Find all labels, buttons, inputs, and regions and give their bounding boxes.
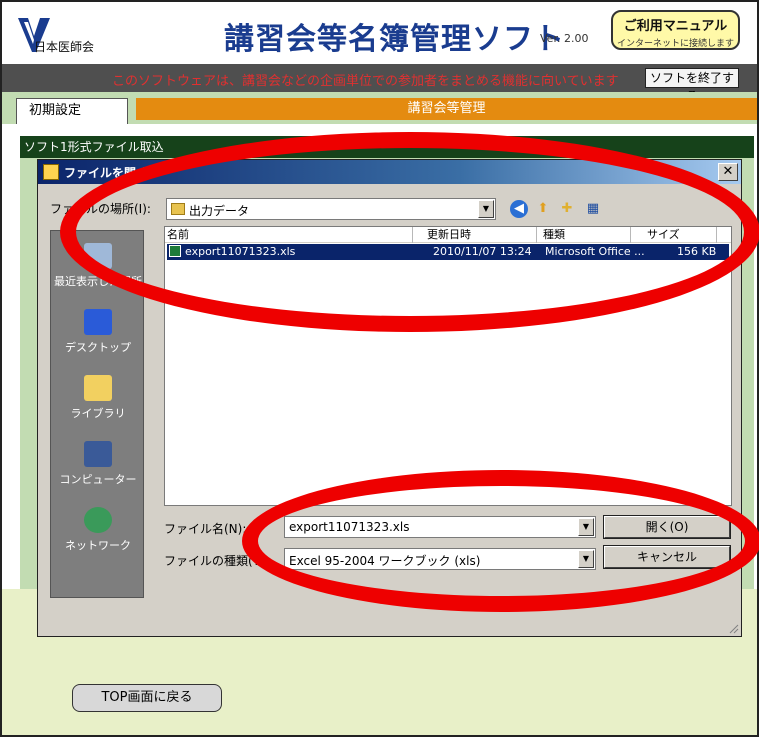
chevron-down-icon[interactable]: ▼ xyxy=(578,518,594,536)
file-name-input[interactable]: export11071323.xls ▼ xyxy=(284,516,596,538)
manual-button[interactable]: ご利用マニュアル インターネットに接続します xyxy=(611,10,740,50)
top-screen-button[interactable]: TOP画面に戻る xyxy=(72,684,222,712)
file-type-label: ファイルの種類(T): xyxy=(164,554,269,568)
chevron-down-icon[interactable]: ▼ xyxy=(478,200,494,218)
look-in-select[interactable]: 出力データ ▼ xyxy=(166,198,496,220)
dialog-toolbar: ◀ ⬆ ✚ ▦ xyxy=(510,198,630,220)
excel-file-icon xyxy=(169,245,181,257)
column-type[interactable]: 種類 xyxy=(541,227,631,243)
file-row[interactable]: export11071323.xls 2010/11/07 13:24 Micr… xyxy=(167,244,729,260)
app-header: 日本医師会 講習会等名簿管理ソフト Ver. 2.00 ご利用マニュアル インタ… xyxy=(2,2,757,64)
info-bar: このソフトウェアは、講習会などの企画単位での参加者をまとめる機能に向いています … xyxy=(2,64,757,103)
open-button[interactable]: 開く(O) xyxy=(603,515,731,539)
place-network[interactable]: ネットワーク xyxy=(51,501,145,563)
file-name-value: export11071323.xls xyxy=(289,520,410,534)
app-title: 講習会等名簿管理ソフト xyxy=(224,22,565,57)
file-type-value: Excel 95-2004 ワークブック (xls) xyxy=(289,554,481,568)
dialog-titlebar[interactable]: ファイルを開く ✕ xyxy=(38,160,741,184)
place-desktop[interactable]: デスクトップ xyxy=(51,303,145,365)
new-folder-icon[interactable]: ✚ xyxy=(558,200,576,218)
file-list[interactable]: 名前 更新日時 種類 サイズ export11071323.xls 2010/1… xyxy=(164,226,732,506)
column-size[interactable]: サイズ xyxy=(645,227,717,243)
version-label: Ver. 2.00 xyxy=(540,32,589,45)
look-in-value: 出力データ xyxy=(189,204,250,218)
libraries-icon xyxy=(84,375,112,401)
place-label: デスクトップ xyxy=(65,341,131,354)
resize-grip-icon[interactable] xyxy=(727,622,739,634)
network-icon xyxy=(84,507,112,533)
chevron-down-icon[interactable]: ▼ xyxy=(578,550,594,568)
tab-initial-settings[interactable]: 初期設定 xyxy=(16,98,128,124)
view-menu-icon[interactable]: ▦ xyxy=(584,200,602,218)
manual-button-label: ご利用マニュアル xyxy=(623,19,728,34)
place-libraries[interactable]: ライブラリ xyxy=(51,369,145,431)
place-label: 最近表示した場所 xyxy=(54,275,142,288)
close-icon[interactable]: ✕ xyxy=(718,163,738,181)
computer-icon xyxy=(84,441,112,467)
tab-course-management[interactable]: 講習会等管理 xyxy=(136,98,757,120)
folder-icon xyxy=(171,203,185,215)
place-label: ライブラリ xyxy=(70,407,126,420)
file-list-header: 名前 更新日時 種類 サイズ xyxy=(165,227,731,243)
quit-button[interactable]: ソフトを終了する xyxy=(645,68,739,103)
file-name: export11071323.xls xyxy=(185,245,296,258)
place-recent[interactable]: 最近表示した場所 xyxy=(51,237,145,299)
tab-row: 初期設定 講習会等管理 xyxy=(2,92,757,124)
column-modified[interactable]: 更新日時 xyxy=(425,227,537,243)
info-message: このソフトウェアは、講習会などの企画単位での参加者をまとめる機能に向いています xyxy=(112,74,619,89)
file-name-label: ファイル名(N): xyxy=(164,522,247,536)
file-open-dialog: ファイルを開く ✕ ファイルの場所(I): 出力データ ▼ ◀ ⬆ ✚ ▦ 最近… xyxy=(37,159,742,637)
cancel-button[interactable]: キャンセル xyxy=(603,545,731,569)
file-type: Microsoft Office ... xyxy=(545,245,645,258)
place-label: ネットワーク xyxy=(65,539,131,552)
file-type-select[interactable]: Excel 95-2004 ワークブック (xls) ▼ xyxy=(284,548,596,570)
dialog-title: ファイルを開く xyxy=(64,166,149,180)
look-in-label: ファイルの場所(I): xyxy=(50,202,151,216)
desktop-icon xyxy=(84,309,112,335)
file-size: 156 KB xyxy=(677,245,717,258)
place-computer[interactable]: コンピューター xyxy=(51,435,145,497)
file-modified: 2010/11/07 13:24 xyxy=(433,245,532,258)
section-title: ソフト1形式ファイル取込 xyxy=(20,136,754,158)
app-window: 日本医師会 講習会等名簿管理ソフト Ver. 2.00 ご利用マニュアル インタ… xyxy=(0,0,759,737)
org-name: 日本医師会 xyxy=(34,40,95,54)
folder-icon xyxy=(43,164,59,180)
places-bar: 最近表示した場所 デスクトップ ライブラリ コンピューター ネットワーク xyxy=(50,230,144,598)
manual-button-sublabel: インターネットに接続します xyxy=(616,39,734,49)
recent-places-icon xyxy=(84,243,112,269)
place-label: コンピューター xyxy=(59,473,137,486)
column-name[interactable]: 名前 xyxy=(165,227,413,243)
jma-logo: 日本医師会 xyxy=(16,14,136,58)
up-folder-icon[interactable]: ⬆ xyxy=(534,200,552,218)
back-icon[interactable]: ◀ xyxy=(510,200,528,218)
